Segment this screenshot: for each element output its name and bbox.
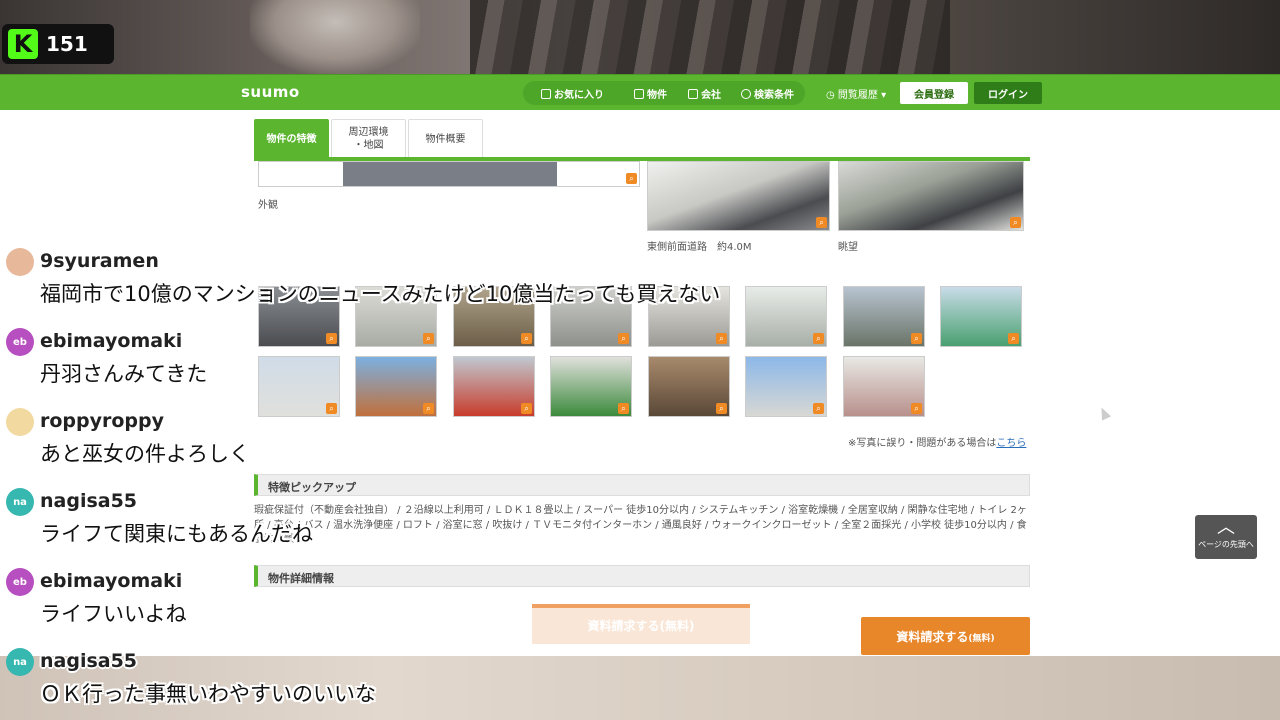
avatar: na: [6, 488, 34, 516]
site-header: suumo お気に入り 物件 会社 検索条件 ◷ 閲覧履歴 ▾ 会員登録 ログイ…: [0, 74, 1280, 110]
history-label: 閲覧履歴: [837, 90, 878, 101]
exterior-caption: 外観: [258, 200, 278, 211]
search-icon: [741, 89, 751, 99]
gallery-photo[interactable]: ⌕: [355, 356, 437, 417]
chevron-up-icon: ︿: [1217, 517, 1235, 538]
chat-text: ライフて関東にもあるんだね: [40, 522, 313, 546]
zoom-icon: ⌕: [716, 403, 727, 414]
chat-username: nagisa55: [40, 490, 138, 512]
zoom-icon: ⌕: [326, 333, 337, 344]
zoom-icon: ⌕: [911, 333, 922, 344]
gallery-photo[interactable]: ⌕: [843, 356, 925, 417]
gallery-photo[interactable]: ⌕: [745, 286, 827, 347]
avatar: [6, 248, 34, 276]
register-button[interactable]: 会員登録: [900, 82, 968, 104]
section-feature-pickup: 特徴ピックアップ: [254, 474, 1030, 496]
request-docs-label: 資料請求する: [896, 629, 969, 644]
zoom-icon: ⌕: [618, 403, 629, 414]
avatar: eb: [6, 328, 34, 356]
zoom-icon: ⌕: [326, 403, 337, 414]
request-docs-free: (無料): [968, 633, 995, 644]
chat-text: ライフいいよね: [40, 602, 187, 626]
tab-features[interactable]: 物件の特徴: [254, 119, 329, 158]
feature-list: 瑕疵保証付（不動産会社独自） / ２沿線以上利用可 / ＬＤＫ１８畳以上 / ス…: [254, 505, 1027, 545]
gallery-photo[interactable]: ⌕: [258, 356, 340, 417]
favorite-icon: [541, 89, 551, 99]
photo-report-note: ※写真に誤り・問題がある場合はこちら: [848, 434, 1026, 449]
avatar: [6, 408, 34, 436]
zoom-icon: ⌕: [1010, 217, 1021, 228]
viewer-count-badge: K 151: [2, 24, 114, 64]
zoom-icon: ⌕: [813, 403, 824, 414]
chat-username: ebimayomaki: [40, 570, 183, 592]
gallery-photo[interactable]: ⌕: [453, 356, 535, 417]
zoom-icon: ⌕: [911, 403, 922, 414]
chat-username: 9syuramen: [40, 250, 159, 272]
nav-favorites-label: お気に入り: [554, 90, 604, 101]
chat-username: roppyroppy: [40, 410, 165, 432]
chat-text: ＯＫ行った事無いわやすいのいいな: [40, 682, 376, 706]
zoom-icon: ⌕: [423, 403, 434, 414]
suumo-logo[interactable]: suumo: [241, 83, 300, 101]
exterior-photo[interactable]: ⌕: [258, 161, 640, 187]
building-icon: [688, 89, 698, 99]
zoom-icon: ⌕: [813, 333, 824, 344]
chat-text: 福岡市で10億のマンションのニュースみたけど10億当たっても買えない: [40, 282, 721, 306]
tab-overview[interactable]: 物件概要: [408, 119, 483, 158]
history-dropdown[interactable]: ◷ 閲覧履歴 ▾: [826, 86, 886, 101]
avatar: eb: [6, 568, 34, 596]
report-link[interactable]: こちら: [996, 438, 1026, 449]
zoom-icon: ⌕: [626, 173, 637, 184]
camera-clothing-detail: [470, 0, 950, 74]
login-button[interactable]: ログイン: [974, 82, 1042, 104]
zoom-icon: ⌕: [521, 403, 532, 414]
chat-text: 丹羽さんみてきた: [40, 362, 208, 386]
exterior-photo-image: [343, 162, 557, 186]
gallery-photo[interactable]: ⌕: [843, 286, 925, 347]
nav-company-label: 会社: [701, 90, 721, 101]
property-tabs: 物件の特徴 周辺環境 ・地図 物件概要: [254, 119, 485, 158]
road-photo[interactable]: ⌕: [647, 161, 830, 231]
gallery-photo[interactable]: ⌕: [550, 356, 632, 417]
gallery-photo[interactable]: ⌕: [940, 286, 1022, 347]
nav-favorites[interactable]: お気に入り: [541, 86, 604, 101]
back-to-top-label: ページの先頭へ: [1198, 540, 1254, 549]
avatar: na: [6, 648, 34, 676]
nav-search-conditions[interactable]: 検索条件: [741, 86, 794, 101]
road-caption: 東側前面道路 約4.0M: [647, 242, 752, 253]
zoom-icon: ⌕: [618, 333, 629, 344]
zoom-icon: ⌕: [423, 333, 434, 344]
chat-text: あと巫女の件よろしく: [40, 442, 250, 466]
back-to-top-button[interactable]: ︿ ページの先頭へ: [1195, 515, 1257, 559]
nav-search-label: 検索条件: [754, 90, 794, 101]
chat-username: nagisa55: [40, 650, 138, 672]
report-text: ※写真に誤り・問題がある場合は: [848, 438, 997, 449]
nav-property-label: 物件: [647, 90, 667, 101]
view-photo[interactable]: ⌕: [838, 161, 1024, 231]
tab-surroundings-map[interactable]: 周辺環境 ・地図: [331, 119, 406, 158]
gallery-photo[interactable]: ⌕: [745, 356, 827, 417]
request-docs-button-faded[interactable]: 資料請求する(無料): [532, 604, 750, 644]
zoom-icon: ⌕: [716, 333, 727, 344]
chat-username: ebimayomaki: [40, 330, 183, 352]
viewer-count: 151: [46, 32, 88, 56]
nav-property[interactable]: 物件: [634, 86, 667, 101]
zoom-icon: ⌕: [1008, 333, 1019, 344]
home-icon: [634, 89, 644, 99]
request-docs-button[interactable]: 資料請求する(無料): [861, 617, 1030, 655]
camera-fur-detail: [250, 0, 420, 74]
mouse-cursor-icon: [1096, 405, 1112, 421]
stream-camera-top: [0, 0, 1280, 74]
section-property-details: 物件詳細情報: [254, 565, 1030, 587]
gallery-photo[interactable]: ⌕: [648, 356, 730, 417]
zoom-icon: ⌕: [816, 217, 827, 228]
view-caption: 眺望: [838, 242, 858, 253]
kick-logo-icon: K: [8, 29, 38, 59]
zoom-icon: ⌕: [521, 333, 532, 344]
nav-company[interactable]: 会社: [688, 86, 721, 101]
